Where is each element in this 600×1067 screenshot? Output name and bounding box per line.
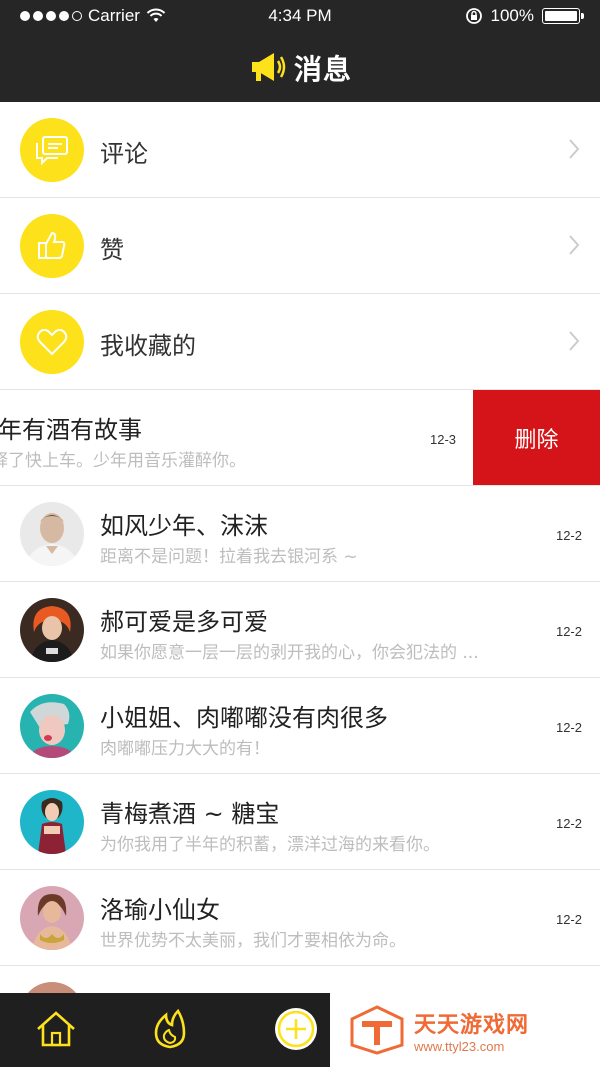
message-name: 少年有酒有故事 — [0, 416, 142, 444]
message-row[interactable]: 小姐姐、肉嘟嘟没有肉很多 肉嘟嘟压力大大的有！ 12-2 — [0, 678, 600, 774]
menu-item-comments[interactable]: 评论 — [0, 102, 600, 198]
message-name: 如风少年、沫沫 — [100, 512, 268, 540]
message-date: 12-3 — [430, 432, 457, 447]
message-date: 12-2 — [555, 816, 582, 831]
page-title: 消息 — [293, 53, 352, 86]
home-icon[interactable] — [34, 1007, 78, 1051]
comment-icon — [36, 136, 68, 166]
menu-item-label: 赞 — [100, 236, 124, 264]
menu-item-label: 我收藏的 — [100, 332, 196, 360]
avatar[interactable] — [20, 886, 84, 950]
menu-item-favorites[interactable]: 我收藏的 — [0, 294, 600, 390]
message-preview: 世界优势不太美丽，我们才要相依为命。 — [100, 931, 406, 951]
rotation-lock-icon — [465, 8, 482, 24]
watermark-logo-icon — [350, 1005, 404, 1055]
delete-button[interactable]: 删除 — [473, 390, 600, 485]
message-row[interactable]: 郝可爱是多可爱 如果你愿意一层一层的剥开我的心，你会犯法的 ... 12-2 — [0, 582, 600, 678]
message-row[interactable]: 青梅煮酒 ~ 糖宝 为你我用了半年的积蓄，漂洋过海的来看你。 12-2 — [0, 774, 600, 870]
flame-icon[interactable] — [150, 1007, 190, 1051]
chevron-right-icon — [569, 235, 580, 255]
message-name: 青梅煮酒 ~ 糖宝 — [100, 800, 280, 828]
avatar[interactable] — [20, 694, 84, 758]
chevron-right-icon — [569, 331, 580, 351]
heart-icon — [36, 328, 68, 356]
status-right: 100% — [465, 6, 584, 26]
thumbs-up-icon — [38, 231, 66, 259]
status-bar: Carrier 4:34 PM 100% — [0, 0, 600, 34]
message-row[interactable]: 如风少年、沫沫 距离不是问题！拉着我去银河系 ~ 12-2 — [0, 486, 600, 582]
message-date: 12-2 — [555, 624, 582, 639]
avatar[interactable] — [20, 598, 84, 662]
swiped-content[interactable]: 少年有酒有故事 解释了快上车。少年用音乐灌醉你。 12-3 — [0, 390, 474, 485]
message-preview: 解释了快上车。少年用音乐灌醉你。 — [0, 451, 246, 471]
thumbs-up-icon-circle — [20, 214, 84, 278]
message-name: 小姐姐、肉嘟嘟没有肉很多 — [100, 704, 388, 732]
watermark-url: www.ttyl23.com — [414, 1038, 505, 1054]
nav-bar: 消息 — [0, 34, 600, 102]
watermark-text-group: 天天游戏网 www.ttyl23.com — [414, 1007, 529, 1054]
message-row-swiped[interactable]: 少年有酒有故事 解释了快上车。少年用音乐灌醉你。 12-3 删除 — [0, 390, 600, 486]
battery-icon — [542, 8, 584, 24]
menu-item-likes[interactable]: 赞 — [0, 198, 600, 294]
message-row[interactable]: 洛瑜小仙女 世界优势不太美丽，我们才要相依为命。 12-2 — [0, 870, 600, 966]
watermark: 天天游戏网 www.ttyl23.com — [330, 993, 600, 1067]
message-date: 12-2 — [555, 912, 582, 927]
message-name: 洛瑜小仙女 — [100, 896, 220, 924]
watermark-title: 天天游戏网 — [414, 1012, 530, 1038]
menu-item-label: 评论 — [100, 140, 148, 168]
nav-title-group: 消息 — [248, 48, 352, 88]
message-date: 12-2 — [555, 720, 582, 735]
avatar[interactable] — [20, 790, 84, 854]
message-preview: 为你我用了半年的积蓄，漂洋过海的来看你。 — [100, 835, 440, 855]
megaphone-icon — [251, 53, 286, 81]
tab-bar — [0, 993, 330, 1067]
message-name: 郝可爱是多可爱 — [100, 608, 268, 636]
battery-label: 100% — [490, 6, 534, 25]
message-date: 12-2 — [555, 528, 582, 543]
message-preview: 肉嘟嘟压力大大的有！ — [100, 739, 270, 759]
comment-icon-circle — [20, 118, 84, 182]
message-list: 评论 赞 我收藏的 少年有酒有故事 解释了快上车。 — [0, 102, 600, 1062]
avatar[interactable] — [20, 502, 84, 566]
chevron-right-icon — [569, 139, 580, 159]
message-preview: 距离不是问题！拉着我去银河系 ~ — [100, 547, 358, 567]
add-icon[interactable] — [272, 1005, 320, 1053]
message-preview: 如果你愿意一层一层的剥开我的心，你会犯法的 ... — [100, 643, 479, 663]
heart-icon-circle — [20, 310, 84, 374]
